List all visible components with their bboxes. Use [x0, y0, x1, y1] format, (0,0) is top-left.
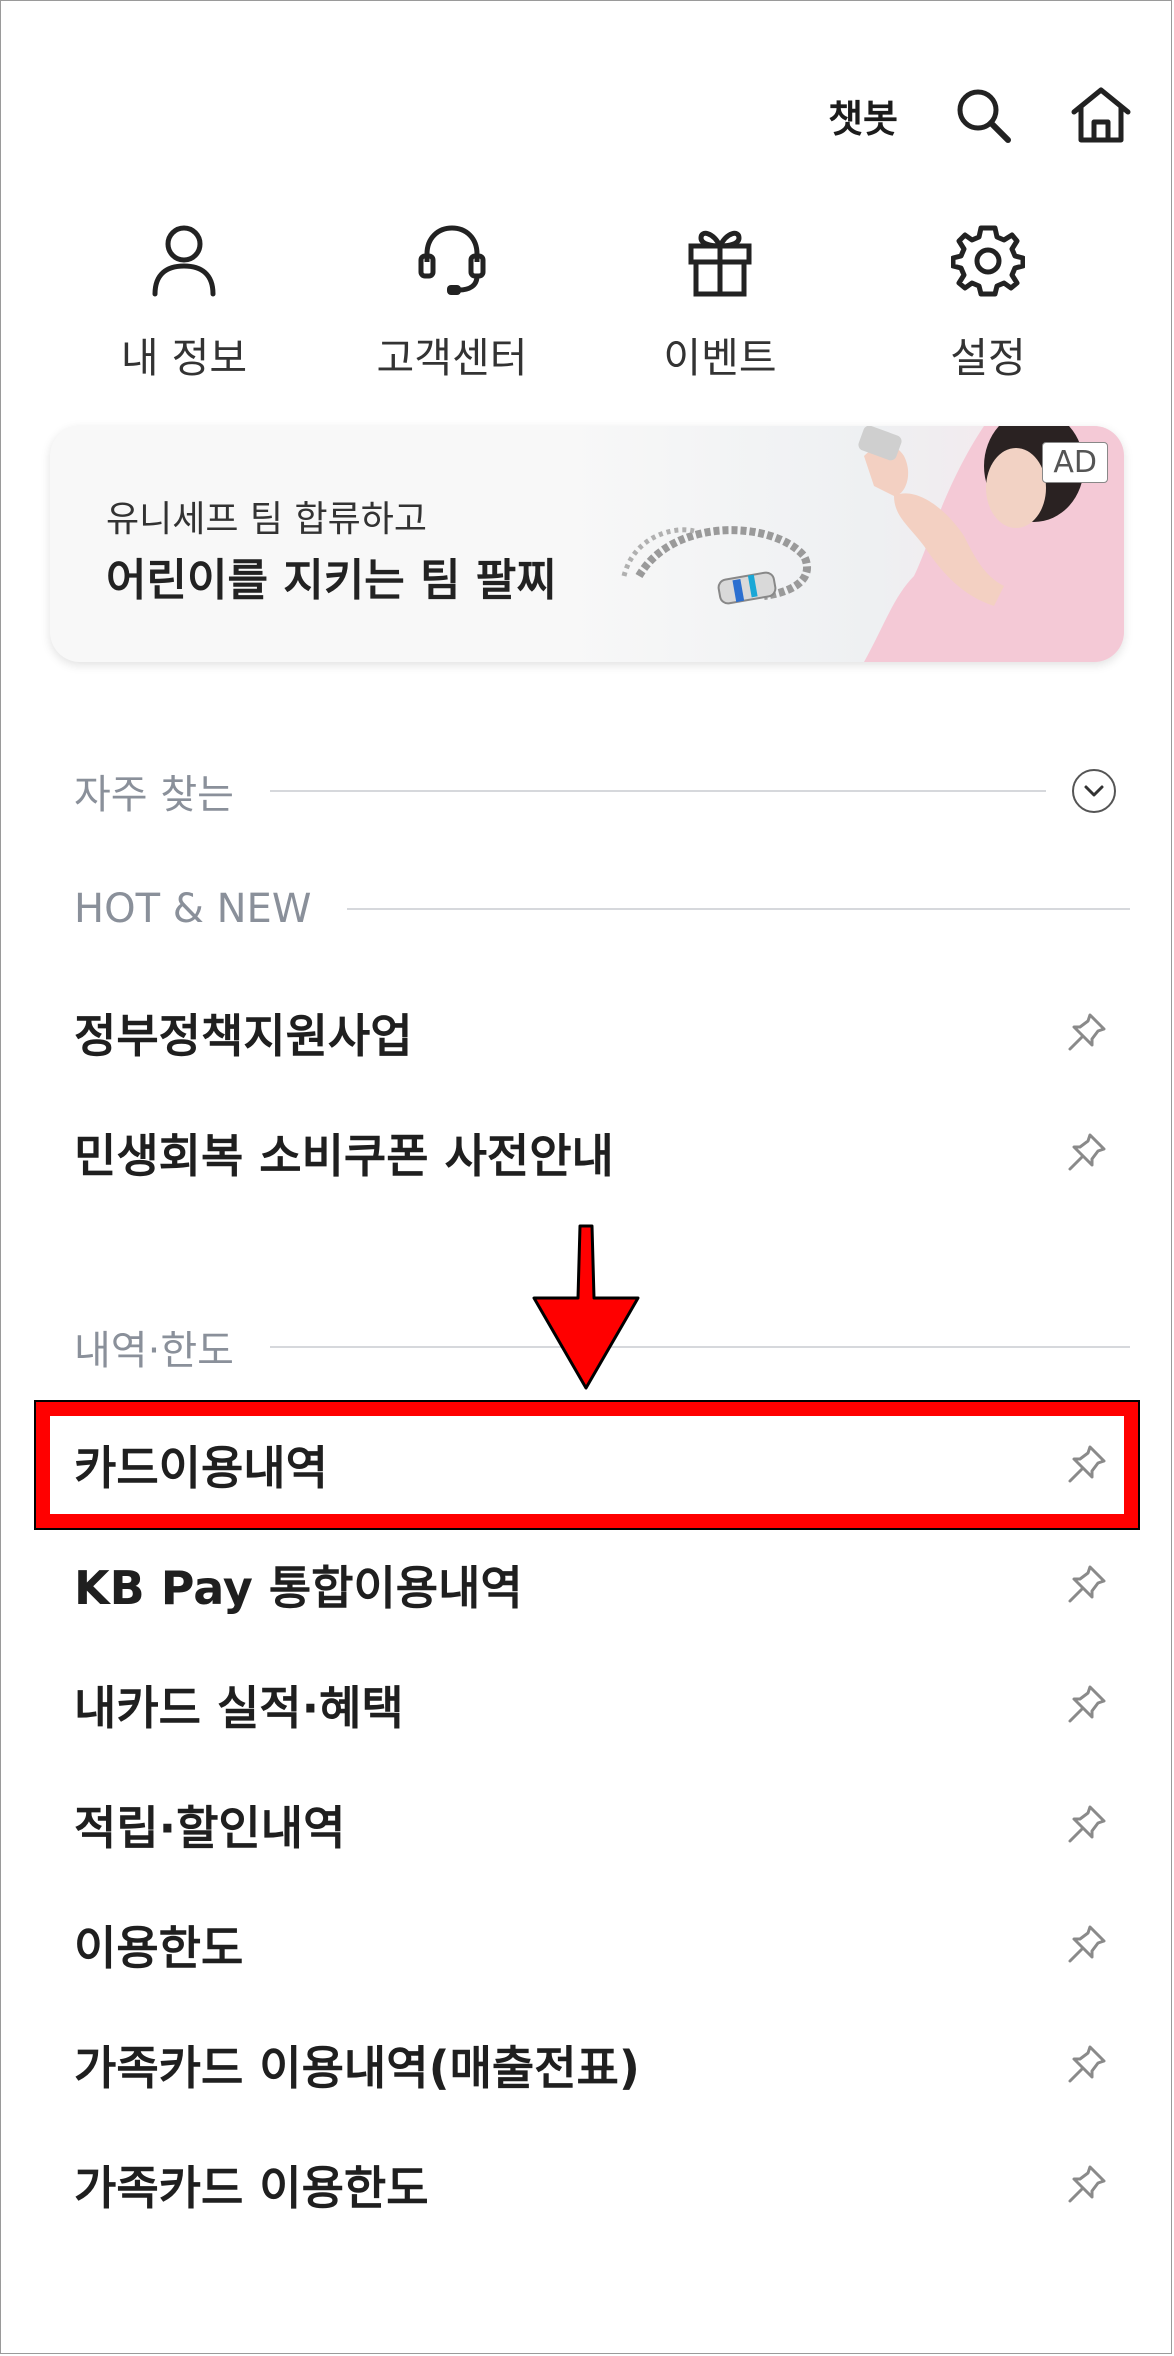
history-section-title: 내역·한도	[74, 1328, 234, 1374]
pin-icon[interactable]	[1062, 1561, 1110, 1609]
headset-icon	[352, 222, 552, 306]
top-bar: 챗봇	[828, 80, 1134, 150]
menu-item-label: 가족카드 이용한도	[74, 2161, 429, 2215]
quick-my-info[interactable]: 내 정보	[84, 222, 284, 384]
menu-item-label: 민생회복 소비쿠폰 사전안내	[74, 1129, 614, 1183]
menu-item-consumer-coupon[interactable]: 민생회복 소비쿠폰 사전안내	[74, 1108, 1134, 1198]
pin-icon[interactable]	[1062, 1921, 1110, 1969]
menu-item-family-card-limit[interactable]: 가족카드 이용한도	[74, 2140, 1134, 2230]
menu-item-performance-benefits[interactable]: 내카드 실적·혜택	[74, 1660, 1134, 1750]
section-divider	[269, 790, 1046, 792]
quick-event[interactable]: 이벤트	[620, 222, 820, 384]
pin-icon[interactable]	[1062, 1009, 1110, 1057]
quick-my-info-label: 내 정보	[120, 334, 248, 382]
hot-new-section-title: HOT & NEW	[74, 886, 312, 932]
pin-icon[interactable]	[1062, 2161, 1110, 2209]
menu-item-label: 적립·할인내역	[74, 1801, 346, 1855]
menu-item-label: 내카드 실적·혜택	[74, 1681, 404, 1735]
search-icon[interactable]	[950, 82, 1016, 148]
hot-new-section-header: HOT & NEW	[74, 886, 1130, 932]
menu-item-usage-limit[interactable]: 이용한도	[74, 1900, 1134, 1990]
ad-banner[interactable]: 유니세프 팀 합류하고 어린이를 지키는 팀 팔찌 받기 AD	[50, 426, 1124, 662]
menu-item-gov-policy[interactable]: 정부정책지원사업	[74, 988, 1134, 1078]
quick-menu: 내 정보 고객센터 이벤트 설정	[0, 222, 1174, 382]
frequent-section-title: 자주 찾는	[74, 772, 234, 818]
user-icon	[84, 222, 284, 306]
menu-item-points-discount[interactable]: 적립·할인내역	[74, 1780, 1134, 1870]
gift-icon	[620, 222, 820, 306]
menu-item-label: 정부정책지원사업	[74, 1009, 413, 1063]
menu-item-family-card-history[interactable]: 가족카드 이용내역(매출전표)	[74, 2020, 1134, 2110]
pin-icon[interactable]	[1062, 1129, 1110, 1177]
menu-item-kbpay-history[interactable]: KB Pay 통합이용내역	[74, 1540, 1134, 1630]
chatbot-button[interactable]: 챗봇	[828, 88, 898, 143]
highlight-box	[36, 1402, 1138, 1528]
gear-icon	[888, 222, 1088, 306]
pin-icon[interactable]	[1062, 1801, 1110, 1849]
pin-icon[interactable]	[1062, 1681, 1110, 1729]
quick-event-label: 이벤트	[663, 334, 777, 382]
chevron-down-icon[interactable]	[1072, 769, 1116, 813]
menu-item-label: KB Pay 통합이용내역	[74, 1561, 523, 1615]
quick-settings[interactable]: 설정	[888, 222, 1088, 384]
quick-customer-center[interactable]: 고객센터	[352, 222, 552, 384]
banner-subtitle: 유니세프 팀 합류하고	[106, 499, 427, 540]
pin-icon[interactable]	[1062, 2041, 1110, 2089]
red-arrow-annotation	[532, 1224, 640, 1390]
ad-badge: AD	[1042, 442, 1108, 483]
menu-item-label: 가족카드 이용내역(매출전표)	[74, 2041, 640, 2095]
banner-image	[564, 426, 1124, 662]
quick-customer-center-label: 고객센터	[376, 334, 528, 382]
section-divider	[347, 908, 1130, 910]
frequent-section-header[interactable]: 자주 찾는	[74, 762, 1130, 820]
home-icon[interactable]	[1068, 82, 1134, 148]
section-divider	[269, 1346, 1130, 1348]
menu-item-label: 이용한도	[74, 1921, 244, 1975]
quick-settings-label: 설정	[950, 334, 1026, 382]
